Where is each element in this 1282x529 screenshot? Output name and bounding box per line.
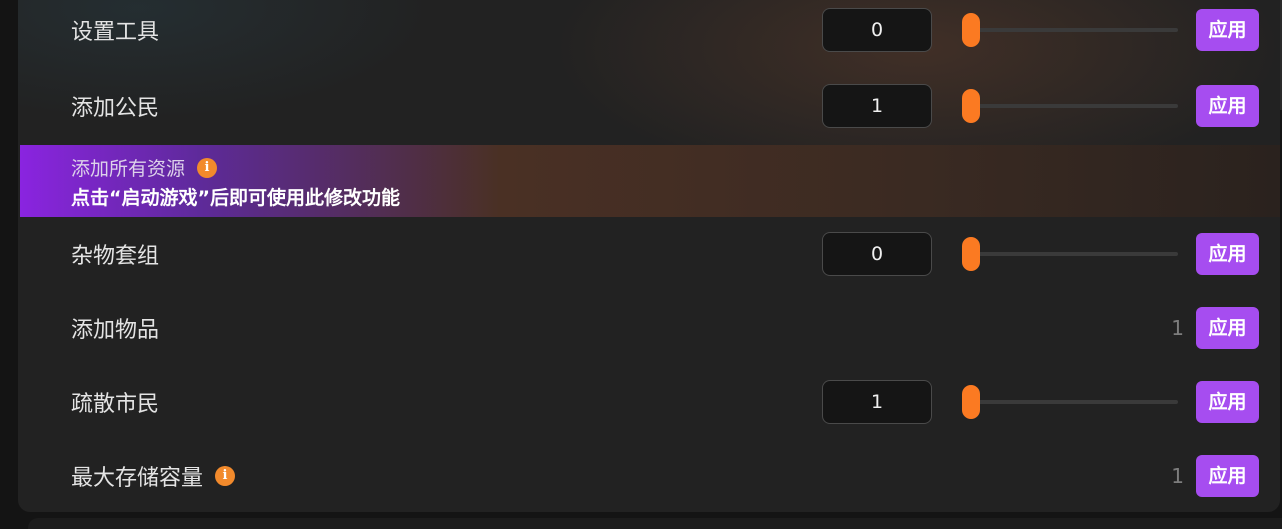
apply-button[interactable]: 应用 [1196, 233, 1259, 275]
start-game-notice: 添加所有资源 i 点击“启动游戏”后即可使用此修改功能 [20, 145, 1280, 217]
notice-title-text: 添加所有资源 [71, 158, 186, 180]
option-label: 设置工具 [71, 14, 159, 46]
apply-button[interactable]: 应用 [1196, 381, 1259, 423]
page: 设置工具 0 应用 添加公民 1 应用 添加所有资源 i 点击“启动游戏”后即可… [0, 0, 1282, 529]
apply-button[interactable]: 应用 [1196, 85, 1259, 127]
slider-thumb[interactable] [962, 237, 980, 271]
option-label: 添加公民 [71, 90, 159, 122]
option-label-text: 最大存储容量 [71, 466, 204, 491]
option-label-text: 疏散市民 [71, 392, 160, 417]
option-row-add-citizen: 添加公民 1 应用 [18, 69, 1280, 143]
cheats-panel: 设置工具 0 应用 添加公民 1 应用 添加所有资源 i 点击“启动游戏”后即可… [18, 0, 1280, 512]
option-row-max-storage: 最大存储容量 i 1 应用 [18, 439, 1280, 512]
info-icon[interactable]: i [197, 157, 218, 178]
notice-title: 添加所有资源 i [71, 154, 218, 181]
apply-button[interactable]: 应用 [1196, 9, 1259, 51]
slider-track[interactable] [972, 28, 1178, 32]
value-display: 1 [1171, 464, 1184, 488]
slider-thumb[interactable] [962, 89, 980, 123]
value-input[interactable]: 0 [822, 8, 932, 52]
option-row-add-item: 添加物品 1 应用 [18, 291, 1280, 365]
slider-thumb[interactable] [962, 13, 980, 47]
value-input[interactable]: 1 [822, 84, 932, 128]
slider-track[interactable] [972, 104, 1178, 108]
option-label-text: 杂物套组 [71, 244, 160, 269]
option-row-misc-kit: 杂物套组 0 应用 [18, 217, 1280, 291]
option-label: 杂物套组 [71, 238, 159, 270]
apply-button[interactable]: 应用 [1196, 455, 1259, 497]
option-label: 添加物品 [71, 312, 159, 344]
slider-track[interactable] [972, 400, 1178, 404]
option-label: 疏散市民 [71, 386, 159, 418]
slider-thumb[interactable] [962, 385, 980, 419]
option-label-text: 添加物品 [71, 318, 160, 343]
info-icon[interactable]: i [215, 466, 236, 486]
value-input[interactable]: 0 [822, 232, 932, 276]
option-row-set-tool: 设置工具 0 应用 [18, 0, 1280, 67]
next-panel-edge [28, 518, 1282, 529]
notice-message: 点击“启动游戏”后即可使用此修改功能 [71, 187, 400, 209]
option-label: 最大存储容量 i [71, 460, 236, 492]
option-label-text: 设置工具 [71, 20, 160, 45]
value-display: 1 [1171, 316, 1184, 340]
option-label-text: 添加公民 [71, 96, 160, 121]
value-input[interactable]: 1 [822, 380, 932, 424]
option-row-evacuate-citizens: 疏散市民 1 应用 [18, 365, 1280, 439]
slider-track[interactable] [972, 252, 1178, 256]
apply-button[interactable]: 应用 [1196, 307, 1259, 349]
